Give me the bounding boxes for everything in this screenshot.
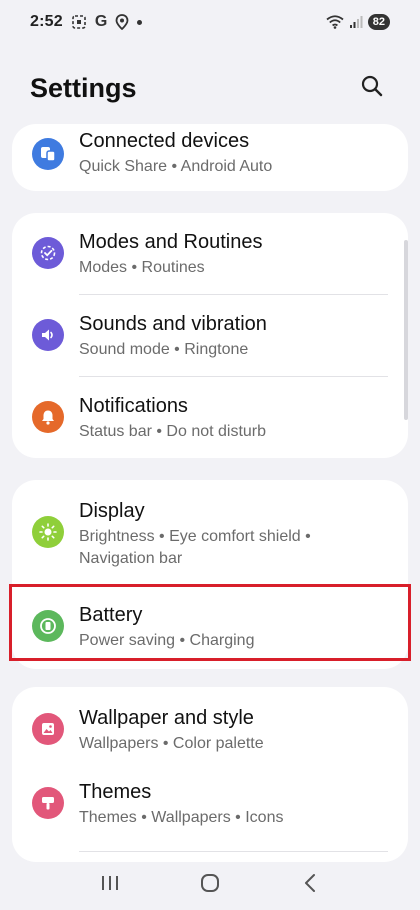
settings-item-subtitle: Brightness • Eye comfort shield • Naviga… (79, 528, 311, 567)
brightness-icon (32, 516, 64, 548)
status-bar: 2:52 G 82 (0, 0, 420, 44)
search-button[interactable] (354, 70, 390, 106)
recent-apps-button[interactable] (90, 865, 130, 905)
settings-item-subtitle: Power saving • Charging (79, 632, 255, 649)
home-icon (199, 872, 221, 899)
recent-apps-icon (99, 874, 121, 897)
settings-item-subtitle: Modes • Routines (79, 259, 205, 276)
settings-item-battery[interactable]: Battery Power saving • Charging (12, 584, 408, 669)
settings-group-wallpaper-themes: Wallpaper and style Wallpapers • Color p… (12, 687, 408, 862)
themes-icon (32, 787, 64, 819)
connected-devices-icon (32, 138, 64, 170)
settings-item-connected-devices[interactable]: Connected devices Quick Share • Android … (12, 124, 408, 191)
settings-item-themes[interactable]: Themes Themes • Wallpapers • Icons (12, 769, 408, 862)
search-icon (361, 75, 383, 102)
settings-group-connections: Connected devices Quick Share • Android … (12, 124, 408, 191)
divider (79, 851, 388, 852)
settings-item-wallpaper-style[interactable]: Wallpaper and style Wallpapers • Color p… (12, 687, 408, 769)
settings-item-modes-routines[interactable]: Modes and Routines Modes • Routines (12, 213, 408, 295)
sound-icon (32, 319, 64, 351)
battery-setting-icon (32, 610, 64, 642)
status-time: 2:52 (30, 13, 63, 30)
settings-group-sound-notifications: Modes and Routines Modes • Routines Soun… (12, 213, 408, 458)
scrollbar[interactable] (404, 240, 408, 420)
dot-icon (137, 19, 143, 25)
back-button[interactable] (290, 865, 330, 905)
settings-item-subtitle: Quick Share • Android Auto (79, 158, 273, 175)
modes-routines-icon (32, 237, 64, 269)
settings-item-label: Sounds and vibration (79, 313, 267, 335)
settings-item-label: Modes and Routines (79, 231, 263, 253)
google-icon: G (94, 13, 108, 30)
settings-item-label: Display (79, 500, 145, 522)
wallpaper-icon (32, 713, 64, 745)
page-title: Settings (30, 72, 137, 103)
settings-item-display[interactable]: Display Brightness • Eye comfort shield … (12, 480, 408, 584)
settings-item-subtitle: Status bar • Do not disturb (79, 423, 267, 440)
settings-item-subtitle: Themes • Wallpapers • Icons (79, 809, 284, 826)
settings-group-display-battery: Display Brightness • Eye comfort shield … (12, 480, 408, 669)
navigation-bar (0, 860, 420, 910)
header: Settings (0, 58, 420, 118)
settings-item-label: Battery (79, 604, 143, 626)
signal-icon (349, 15, 363, 29)
settings-item-subtitle: Sound mode • Ringtone (79, 341, 249, 358)
settings-item-notifications[interactable]: Notifications Status bar • Do not distur… (12, 377, 408, 458)
location-icon (115, 14, 129, 30)
settings-item-subtitle: Wallpapers • Color palette (79, 735, 264, 752)
settings-item-label: Wallpaper and style (79, 707, 254, 729)
settings-item-label: Themes (79, 781, 152, 803)
bell-icon (32, 401, 64, 433)
wifi-icon (326, 15, 344, 29)
screenshot-icon (71, 14, 87, 30)
battery-icon: 82 (367, 14, 390, 30)
settings-item-label: Notifications (79, 395, 188, 417)
home-button[interactable] (190, 865, 230, 905)
settings-item-label: Connected devices (79, 130, 250, 152)
back-icon (301, 872, 319, 899)
settings-item-sounds-vibration[interactable]: Sounds and vibration Sound mode • Ringto… (12, 295, 408, 377)
